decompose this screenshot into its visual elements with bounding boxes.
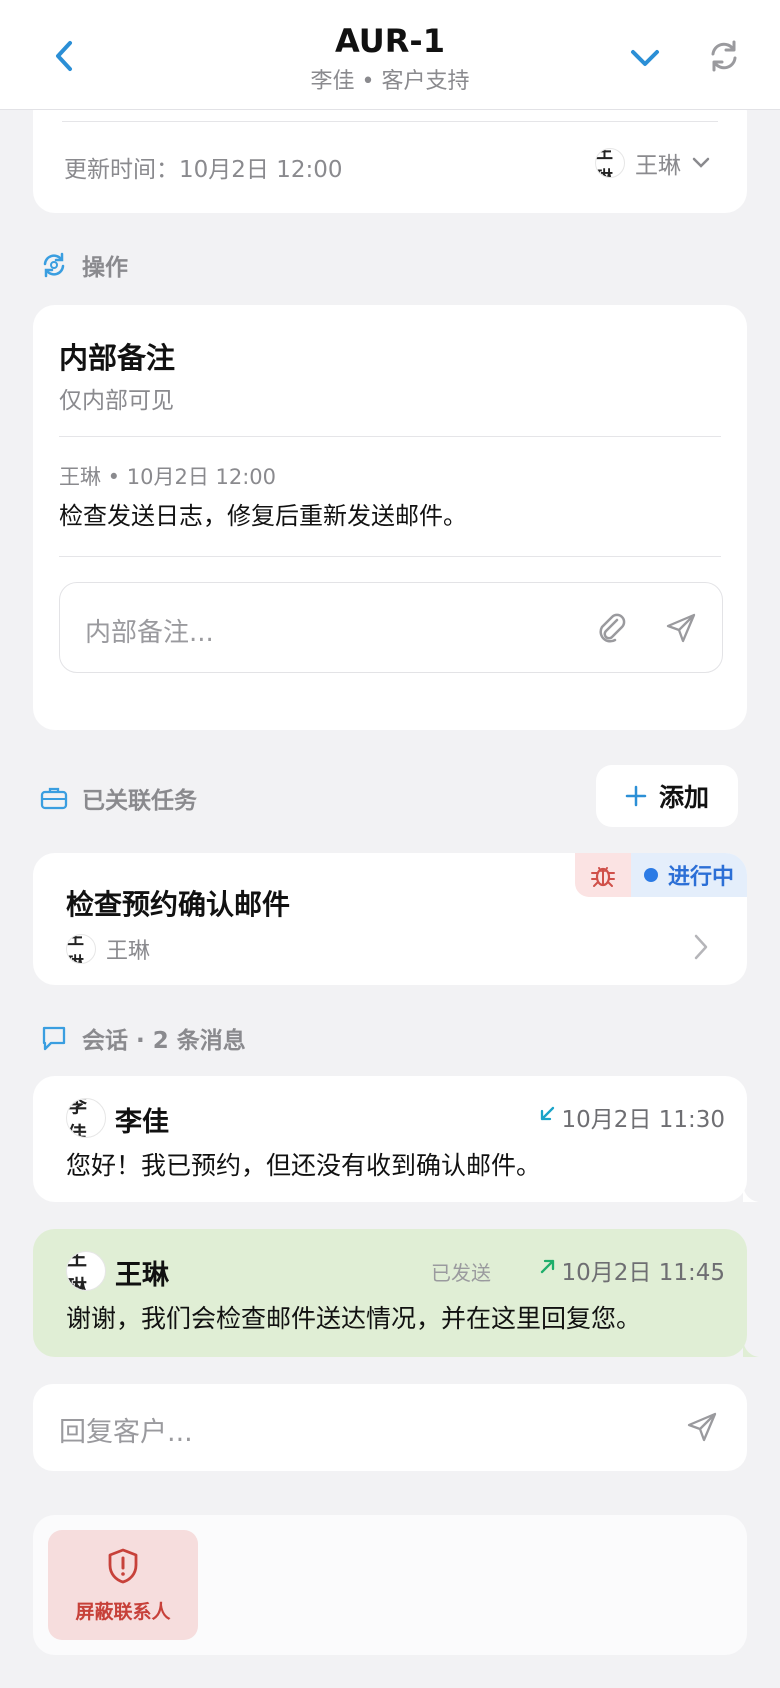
chevron-right-icon xyxy=(694,934,708,960)
task-type-tag xyxy=(575,853,631,897)
refresh-icon[interactable] xyxy=(706,38,742,74)
task-card[interactable]: 进行中 检查预约确认邮件 王琳 王琳 xyxy=(33,853,747,985)
status-badge: 进行中 xyxy=(631,853,747,897)
notes-subtitle: 仅内部可见 xyxy=(59,388,174,414)
note-text: 检查发送日志，修复后重新发送邮件。 xyxy=(59,502,467,530)
avatar: 王琳 xyxy=(66,934,96,964)
bug-icon xyxy=(591,867,615,887)
message-text: 您好！我已预约，但还没有收到确认邮件。 xyxy=(66,1151,542,1180)
linked-tasks-header: 已关联任务 xyxy=(40,781,197,815)
sender-name: 王琳 xyxy=(115,1260,169,1291)
status-dot xyxy=(643,868,658,882)
send-icon[interactable] xyxy=(664,611,698,645)
block-contact-button[interactable]: 屏蔽联系人 xyxy=(48,1530,198,1640)
reply-input[interactable]: 回复客户... xyxy=(33,1384,747,1471)
actions-section-header: 操作 xyxy=(40,248,128,282)
ticket-title: AUR-1 xyxy=(335,22,445,60)
conversation-header: 会话 · 2 条消息 xyxy=(40,1021,246,1055)
add-label: 添加 xyxy=(658,783,709,812)
internal-note-input[interactable]: 内部备注... xyxy=(59,582,723,673)
input-placeholder: 内部备注... xyxy=(85,618,214,648)
briefcase-icon xyxy=(40,787,68,810)
message-outgoing: 王琳 王琳 已发送 10月2日 11:45 谢谢，我们会检查邮件送达情况，并在这… xyxy=(33,1229,759,1357)
paperclip-icon[interactable] xyxy=(595,611,629,645)
top-bar: AUR-1 李佳 • 客户支持 xyxy=(0,0,780,110)
section-title: 会话 · 2 条消息 xyxy=(82,1028,246,1054)
notes-title: 内部备注 xyxy=(59,341,176,375)
outgoing-arrow-icon xyxy=(540,1259,555,1274)
reply-placeholder: 回复客户... xyxy=(59,1417,193,1448)
task-title: 检查预约确认邮件 xyxy=(66,888,291,921)
message-time: 10月2日 11:45 xyxy=(561,1260,726,1286)
note-meta: 王琳 • 10月2日 12:00 xyxy=(59,465,277,489)
assignee-name: 王琳 xyxy=(106,939,151,964)
shield-alert-icon xyxy=(108,1548,138,1583)
task-assignee: 王琳 王琳 xyxy=(66,933,150,965)
bottom-actions-panel: 屏蔽联系人 xyxy=(33,1515,747,1655)
divider xyxy=(59,556,721,557)
sync-icon xyxy=(43,252,65,278)
sender-name: 李佳 xyxy=(115,1107,169,1138)
add-task-button[interactable]: 添加 xyxy=(596,765,738,827)
block-label: 屏蔽联系人 xyxy=(75,1600,171,1623)
message-text: 谢谢，我们会检查邮件送达情况，并在这里回复您。 xyxy=(66,1304,642,1333)
bubble-tail xyxy=(743,1341,759,1357)
avatar: 王琳 xyxy=(595,148,625,178)
updated-time: 更新时间：10月2日 12:00 xyxy=(64,157,343,183)
message-incoming: 李佳 李佳 10月2日 11:30 您好！我已预约，但还没有收到确认邮件。 xyxy=(33,1076,759,1202)
chat-bubble-icon xyxy=(42,1026,66,1051)
chevron-down-icon[interactable] xyxy=(628,42,662,72)
avatar: 王琳 xyxy=(66,1251,106,1291)
incoming-arrow-icon xyxy=(540,1106,555,1121)
assignee-selector[interactable]: 王琳 王琳 xyxy=(595,146,711,180)
avatar: 李佳 xyxy=(66,1098,106,1138)
section-title: 已关联任务 xyxy=(82,788,197,814)
send-icon[interactable] xyxy=(685,1410,719,1444)
internal-notes-card: 内部备注 仅内部可见 王琳 • 10月2日 12:00 检查发送日志，修复后重新… xyxy=(33,305,747,730)
section-title: 操作 xyxy=(82,255,128,281)
ticket-subtitle: 李佳 • 客户支持 xyxy=(310,69,470,94)
assignee-name: 王琳 xyxy=(635,153,681,179)
delivery-status: 已发送 xyxy=(431,1261,491,1285)
plus-icon xyxy=(625,785,647,807)
divider xyxy=(62,121,718,122)
bubble-tail xyxy=(743,1186,759,1202)
chevron-down-icon xyxy=(692,157,710,168)
status-label: 进行中 xyxy=(667,865,734,890)
divider xyxy=(59,436,721,437)
message-time: 10月2日 11:30 xyxy=(561,1107,726,1133)
